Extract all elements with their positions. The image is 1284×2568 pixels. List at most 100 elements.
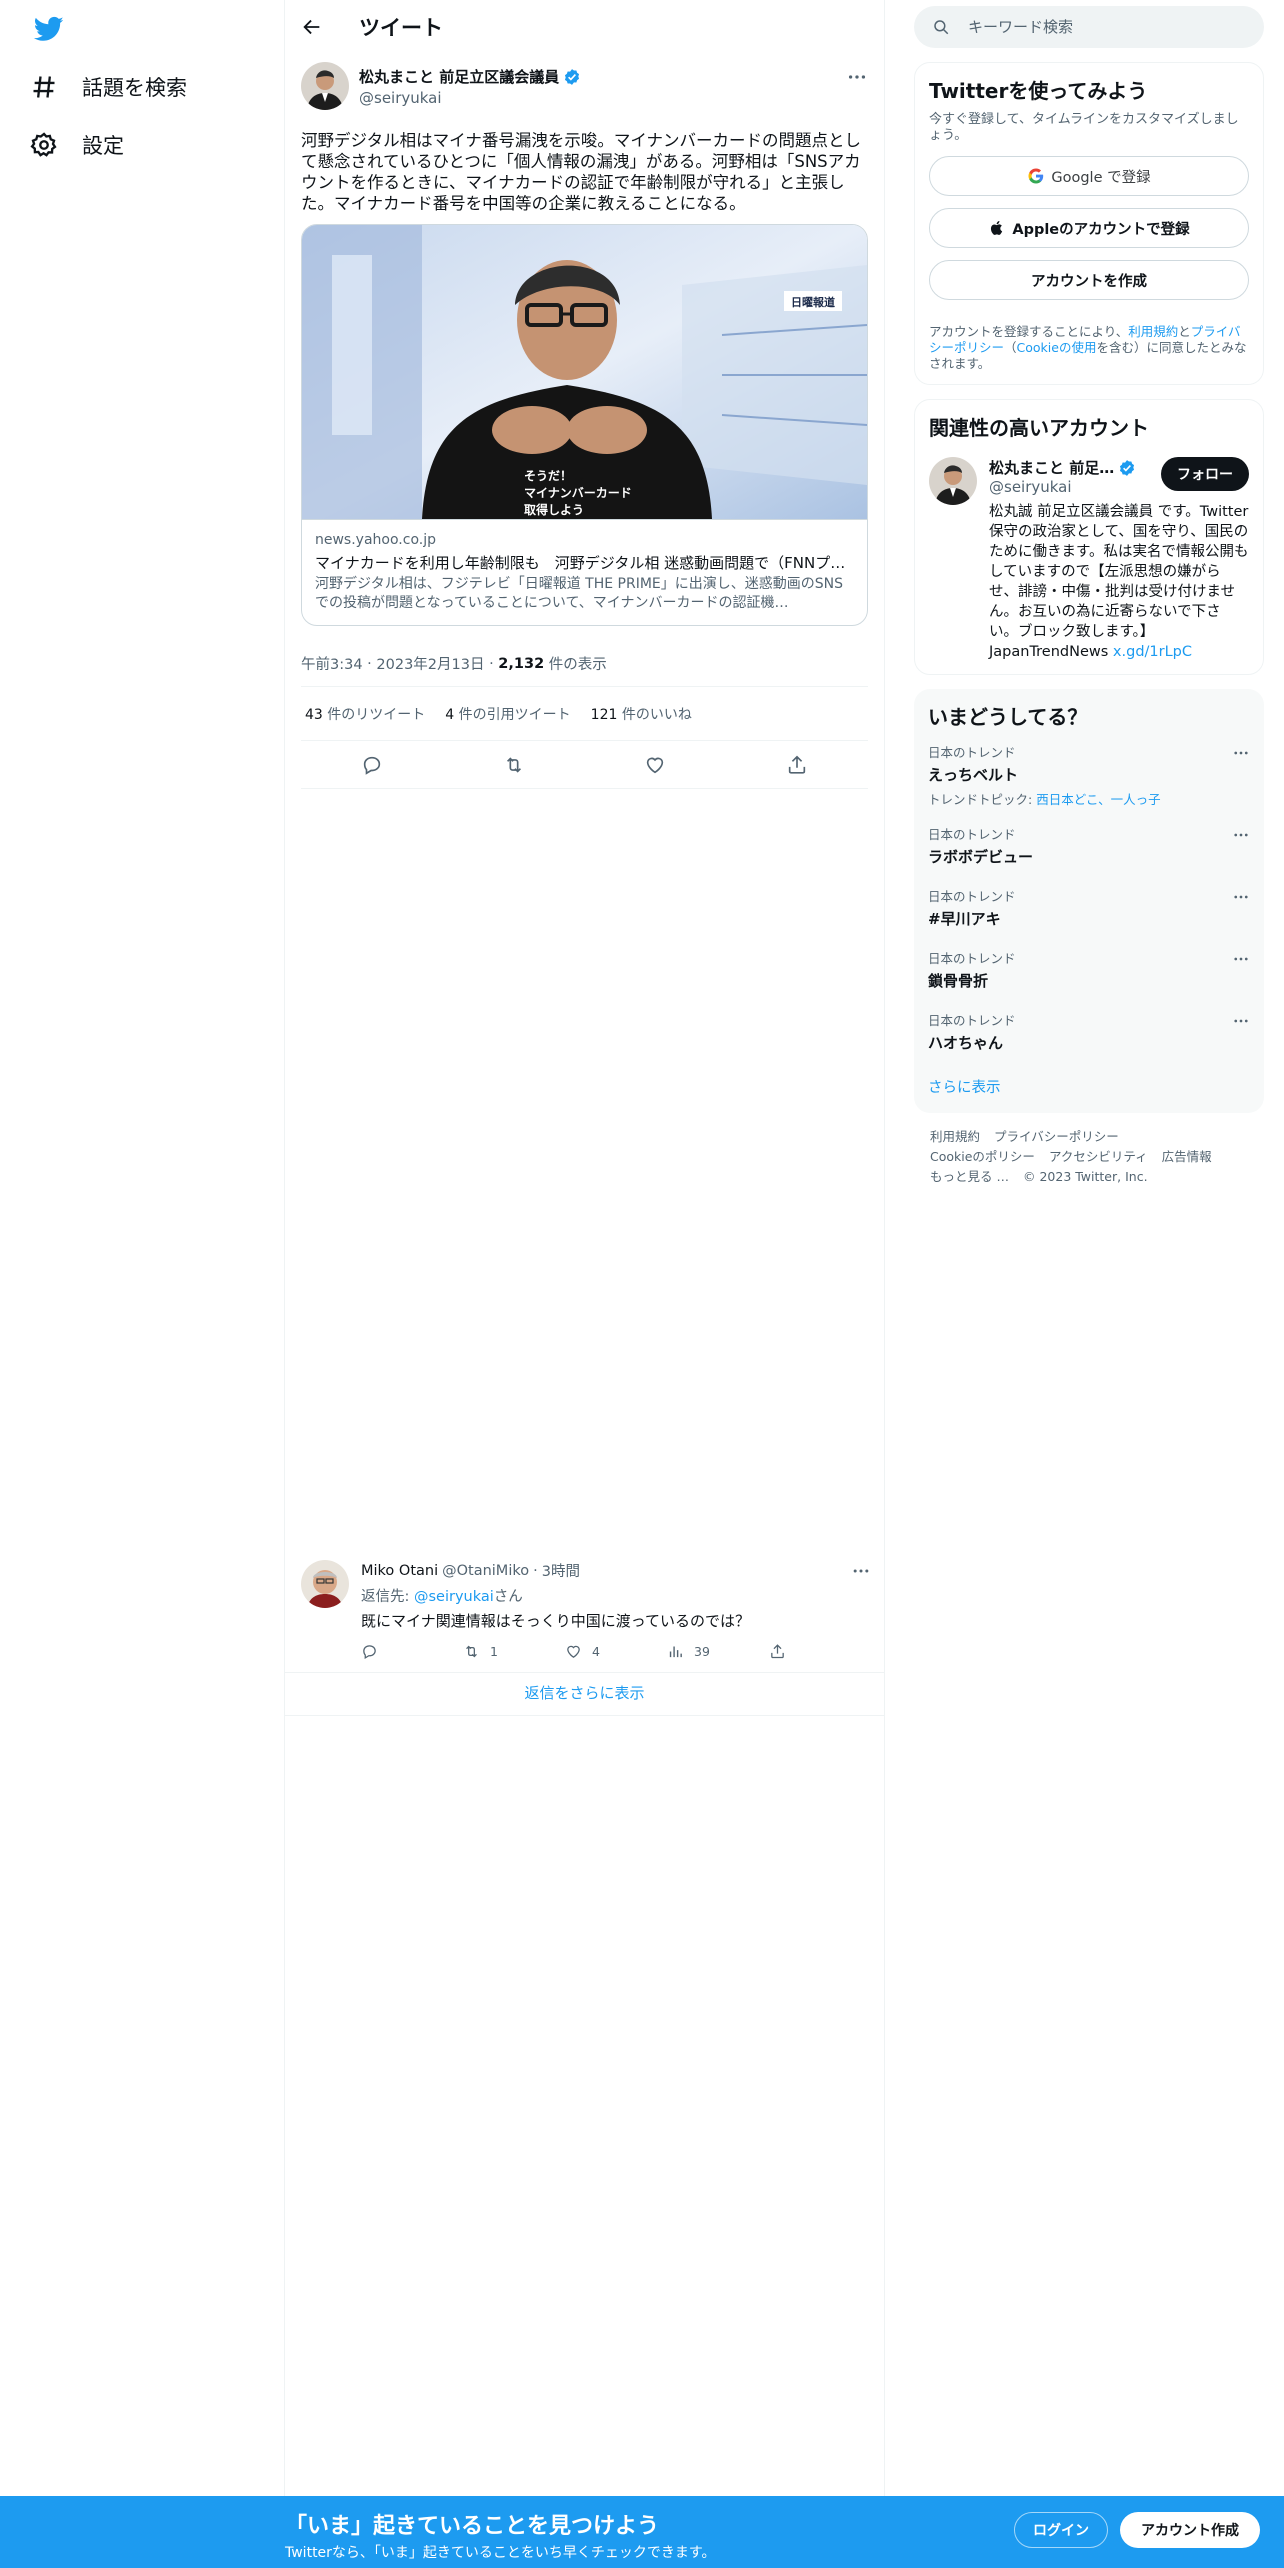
signup-button[interactable]: アカウント作成 — [1120, 2512, 1260, 2548]
signup-subtitle: 今すぐ登録して、タイムラインをカスタマイズしましょう。 — [929, 112, 1239, 143]
related-name[interactable]: 松丸まこと 前足… — [989, 457, 1114, 478]
likes-stat[interactable]: 121 件のいいね — [591, 704, 692, 724]
terms-paren: （ — [1004, 340, 1017, 355]
search-input[interactable] — [968, 18, 1208, 36]
search-bar[interactable] — [914, 6, 1264, 48]
author-handle[interactable]: @seiryukai — [359, 89, 581, 107]
apple-icon — [991, 221, 1003, 235]
reply-share-button[interactable] — [769, 1643, 871, 1660]
reply-views-button[interactable]: 39 — [667, 1643, 769, 1660]
related-handle[interactable]: @seiryukai — [989, 478, 1136, 496]
meta-separator: · — [484, 655, 499, 672]
trend-name: えっちベルト — [928, 766, 1019, 784]
trend-item[interactable]: 日本のトレンド ラボボデビュー — [914, 812, 1264, 874]
tweet-actions — [301, 741, 868, 789]
more-options-icon[interactable] — [851, 1561, 871, 1581]
follow-button[interactable]: フォロー — [1161, 457, 1249, 491]
card-description: 河野デジタル相は、フジテレビ「日曜報道 THE PRIME」に出演し、迷惑動画の… — [315, 576, 844, 611]
views-chart-icon — [669, 1646, 682, 1658]
footer-more-link[interactable]: もっと見る … — [930, 1169, 1009, 1184]
reply-to-line: 返信先: @seiryukaiさん — [361, 1585, 871, 1606]
divider — [884, 0, 885, 2568]
footer-ads-link[interactable]: 広告情報 — [1162, 1149, 1212, 1164]
reply-author-handle[interactable]: @OtaniMiko — [442, 1563, 529, 1579]
more-options-icon[interactable] — [1232, 744, 1250, 762]
footer-terms-link[interactable]: 利用規約 — [930, 1129, 980, 1144]
more-options-icon[interactable] — [1232, 888, 1250, 906]
signup-box: Twitterを使ってみよう 今すぐ登録して、タイムラインをカスタマイズしましょ… — [914, 62, 1264, 385]
nav-settings[interactable]: 設定 — [30, 120, 124, 170]
reply-retweet-count: 1 — [490, 1644, 498, 1659]
trend-item[interactable]: 日本のトレンド #早川アキ — [914, 874, 1264, 936]
quotes-count: 4 — [445, 706, 455, 723]
more-options-icon[interactable] — [846, 66, 868, 88]
tweet-date[interactable]: 2023年2月13日 — [376, 653, 484, 674]
retweet-icon — [466, 1645, 477, 1658]
views-label: 件の表示 — [548, 657, 607, 673]
card-image-logo: 日曜報道 — [791, 295, 835, 309]
footer-cookie-link[interactable]: Cookieのポリシー — [930, 1149, 1035, 1164]
trend-category: 日本のトレンド — [928, 951, 1016, 966]
reply-to-link[interactable]: @seiryukai — [414, 1589, 494, 1605]
show-more-replies-button[interactable]: 返信をさらに表示 — [285, 1670, 884, 1716]
more-options-icon[interactable] — [1232, 950, 1250, 968]
link-card[interactable]: 日曜報道 そうだ！ マイナンバーカード 取得しよう news.yahoo.co.… — [301, 224, 868, 626]
footer-privacy-link[interactable]: プライバシーポリシー — [994, 1129, 1119, 1144]
footer-accessibility-link[interactable]: アクセシビリティ — [1049, 1149, 1148, 1164]
tweet-author: 松丸まこと 前足立区議会議員 @seiryukai — [301, 62, 868, 118]
reply-tweet[interactable]: Miko Otani @OtaniMiko · 3時間 返信先: @seiryu… — [285, 1550, 884, 1673]
terms-link[interactable]: 利用規約 — [1128, 324, 1178, 339]
reply-to-suffix: さん — [493, 1589, 523, 1605]
trend-name: ハオちゃん — [928, 1034, 1004, 1052]
reply-avatar[interactable] — [301, 1560, 349, 1608]
terms-prefix: アカウントを登録することにより、 — [929, 324, 1129, 339]
share-icon[interactable] — [786, 754, 808, 776]
reply-icon[interactable] — [361, 754, 383, 776]
reply-like-button[interactable]: 4 — [565, 1643, 667, 1660]
trends-box: いまどうしてる？ 日本のトレンド えっちベルト トレンドトピック: 西日本どこ、… — [914, 689, 1264, 1113]
trend-item[interactable]: 日本のトレンド えっちベルト トレンドトピック: 西日本どこ、一人っ子 — [914, 730, 1264, 812]
login-button[interactable]: ログイン — [1014, 2512, 1108, 2548]
like-icon[interactable] — [644, 754, 666, 776]
reply-reply-button[interactable] — [361, 1643, 463, 1660]
reply-time[interactable]: 3時間 — [542, 1560, 580, 1581]
retweets-count: 43 — [305, 706, 323, 723]
search-icon — [934, 20, 949, 35]
trends-title: いまどうしてる？ — [928, 705, 1088, 729]
related-title: 関連性の高いアカウント — [929, 416, 1149, 440]
apple-signup-button[interactable]: Appleのアカウントで登録 — [929, 208, 1249, 248]
more-options-icon[interactable] — [1232, 1012, 1250, 1030]
more-options-icon[interactable] — [1232, 826, 1250, 844]
trend-category: 日本のトレンド — [928, 745, 1016, 760]
nav-explore[interactable]: 話題を検索 — [30, 62, 187, 112]
nav-settings-label: 設定 — [82, 134, 124, 158]
retweets-stat[interactable]: 43 件のリツイート — [305, 704, 425, 724]
create-account-button[interactable]: アカウントを作成 — [929, 260, 1249, 300]
retweet-icon[interactable] — [503, 754, 525, 776]
cookie-link[interactable]: Cookieの使用 — [1017, 340, 1097, 355]
trend-item[interactable]: 日本のトレンド ハオちゃん — [914, 998, 1264, 1060]
related-bio-link[interactable]: x.gd/1rLpC — [1113, 644, 1192, 660]
likes-label: 件のいいね — [621, 706, 692, 723]
card-image-caption-1: そうだ！ — [524, 469, 572, 483]
trend-category: 日本のトレンド — [928, 1013, 1016, 1028]
trend-name: ラボボデビュー — [928, 848, 1034, 866]
related-avatar[interactable] — [929, 457, 977, 505]
author-name[interactable]: 松丸まこと 前足立区議会議員 — [359, 66, 559, 87]
related-account[interactable]: 松丸まこと 前足… @seiryukai フォロー 松丸誠 前足立区議会議員 で… — [929, 457, 1249, 662]
meta-separator: · — [533, 1562, 538, 1579]
trend-topic-links[interactable]: 西日本どこ、一人っ子 — [1036, 792, 1160, 807]
twitter-logo-icon[interactable] — [32, 14, 66, 44]
reply-retweet-button[interactable]: 1 — [463, 1643, 565, 1660]
trend-topic: トレンドトピック: 西日本どこ、一人っ子 — [928, 789, 1250, 808]
quotes-stat[interactable]: 4 件の引用ツイート — [445, 704, 570, 724]
back-arrow-icon[interactable] — [301, 16, 323, 38]
reply-author-name[interactable]: Miko Otani — [361, 1563, 438, 1579]
google-signup-button[interactable]: Google で登録 — [929, 156, 1249, 196]
trend-item[interactable]: 日本のトレンド 鎖骨骨折 — [914, 936, 1264, 998]
retweets-label: 件のリツイート — [327, 706, 426, 723]
tweet-time[interactable]: 午前3:34 — [301, 653, 363, 674]
author-avatar[interactable] — [301, 62, 349, 110]
trends-show-more[interactable]: さらに表示 — [914, 1060, 1264, 1101]
footer-copyright: © 2023 Twitter, Inc. — [1022, 1169, 1148, 1184]
